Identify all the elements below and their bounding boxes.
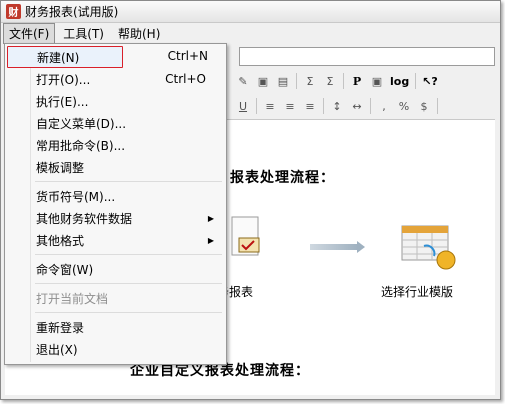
- log-icon[interactable]: log: [387, 72, 412, 90]
- menu-file[interactable]: 文件(F): [3, 22, 56, 44]
- submenu-arrow-icon: ▶: [207, 213, 214, 223]
- menu-item-new[interactable]: 新建(N): [7, 46, 123, 68]
- currency-icon[interactable]: $: [414, 97, 434, 115]
- toolbar-separator: [370, 98, 371, 114]
- menu-item-execute[interactable]: 执行(E)...: [7, 90, 224, 112]
- menu-bar: 文件(F) 工具(T) 帮助(H): [1, 22, 500, 44]
- vertical-align-icon[interactable]: ↕: [327, 97, 347, 115]
- menu-item-label: 执行(E)...: [36, 94, 89, 109]
- menu-item-relogin[interactable]: 重新登录: [7, 316, 224, 338]
- app-icon: 财: [6, 4, 21, 19]
- menu-item-currency[interactable]: 货币符号(M)...: [7, 185, 224, 207]
- menu-item-template-adjust[interactable]: 模板调整: [7, 156, 224, 178]
- help-pointer-icon[interactable]: ↖?: [419, 72, 441, 90]
- menu-separator: [35, 312, 222, 313]
- align-left-icon[interactable]: ≡: [260, 97, 280, 115]
- print-p-icon[interactable]: P: [347, 72, 367, 90]
- toolbar-separator: [296, 73, 297, 89]
- menu-separator: [35, 254, 222, 255]
- sum-range-icon[interactable]: Σ: [320, 72, 340, 90]
- menu-item-label: 其他格式: [36, 233, 85, 248]
- menu-tools[interactable]: 工具(T): [57, 23, 110, 44]
- menu-item-label: 命令窗(W): [36, 262, 94, 277]
- step-caption-template: 选择行业模版: [381, 285, 454, 299]
- align-center-icon[interactable]: ≡: [280, 97, 300, 115]
- comma-style-icon[interactable]: ,: [374, 97, 394, 115]
- file-menu-dropdown: 新建(N) Ctrl+N 打开(O)... Ctrl+O 执行(E)... 自定…: [4, 43, 227, 365]
- menu-item-label: 打开当前文档: [36, 291, 109, 306]
- insert-row-icon[interactable]: ▤: [273, 72, 293, 90]
- toolbar-separator: [343, 73, 344, 89]
- flow-arrow-icon: [310, 241, 365, 253]
- menu-item-batch-commands[interactable]: 常用批命令(B)...: [7, 134, 224, 156]
- title-bar: 财 财务报表(试用版): [1, 1, 500, 23]
- menu-item-label: 新建(N): [37, 50, 80, 65]
- app-window: 财 财务报表(试用版) 文件(F) 工具(T) 帮助(H) ✎ ▣ ▤ Σ Σ …: [0, 0, 501, 400]
- percent-icon[interactable]: %: [394, 97, 414, 115]
- toolbar-main: ✎ ▣ ▤ Σ Σ P ▣ log ↖?: [227, 70, 498, 92]
- template-icon: [401, 225, 456, 270]
- menu-item-custom-menu[interactable]: 自定义菜单(D)...: [7, 112, 224, 134]
- menu-help[interactable]: 帮助(H): [112, 23, 166, 44]
- menu-item-label: 重新登录: [36, 320, 85, 335]
- toolbar-separator: [323, 98, 324, 114]
- document-icon[interactable]: ▣: [367, 72, 387, 90]
- menu-item-label: 打开(O)...: [36, 72, 91, 87]
- standard-flow-heading: 报表处理流程：: [230, 170, 335, 186]
- menu-item-label: 自定义菜单(D)...: [36, 116, 127, 131]
- format-painter-icon[interactable]: ▣: [253, 72, 273, 90]
- menu-separator: [35, 283, 222, 284]
- paste-icon[interactable]: ✎: [233, 72, 253, 90]
- menu-separator: [35, 181, 222, 182]
- horizontal-align-icon[interactable]: ↔: [347, 97, 367, 115]
- menu-item-label: 其他财务软件数据: [36, 211, 133, 226]
- menu-item-command-window[interactable]: 命令窗(W): [7, 258, 224, 280]
- menu-item-label: 退出(X): [36, 342, 78, 357]
- toolbar-separator: [415, 73, 417, 89]
- menu-item-label: 货币符号(M)...: [36, 189, 116, 204]
- toolbar-separator: [437, 98, 438, 114]
- menu-item-exit[interactable]: 退出(X): [7, 338, 224, 360]
- window-title: 财务报表(试用版): [25, 5, 119, 19]
- menu-item-other-software[interactable]: 其他财务软件数据 ▶: [7, 207, 224, 229]
- menu-item-shortcut: Ctrl+N: [167, 49, 208, 63]
- menu-item-open-current: 打开当前文档: [7, 287, 224, 309]
- formula-input[interactable]: [239, 47, 495, 66]
- submenu-arrow-icon: ▶: [207, 235, 214, 245]
- menu-item-other-formats[interactable]: 其他格式 ▶: [7, 229, 224, 251]
- toolbar-format: U ≡ ≡ ≡ ↕ ↔ , % $: [227, 95, 498, 117]
- toolbar-separator: [256, 98, 257, 114]
- report-document-icon: [231, 216, 260, 256]
- align-right-icon[interactable]: ≡: [300, 97, 320, 115]
- menu-item-label: 常用批命令(B)...: [36, 138, 126, 153]
- menu-item-shortcut: Ctrl+O: [165, 72, 206, 86]
- menu-item-open[interactable]: 打开(O)... Ctrl+O: [7, 68, 224, 90]
- underline-icon[interactable]: U: [233, 97, 253, 115]
- sum-icon[interactable]: Σ: [300, 72, 320, 90]
- menu-item-label: 模板调整: [36, 160, 85, 175]
